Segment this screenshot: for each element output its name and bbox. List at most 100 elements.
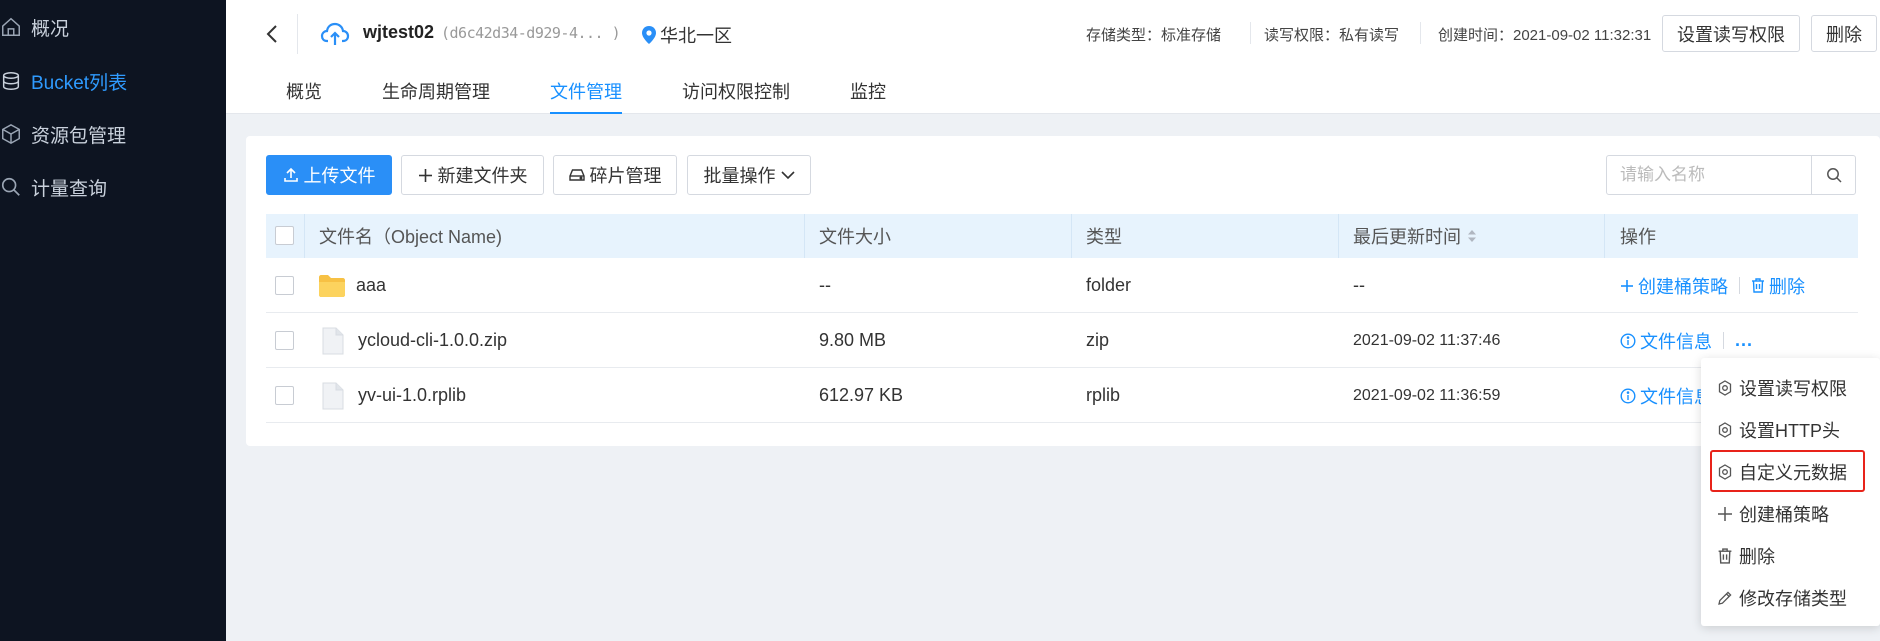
database-icon bbox=[0, 70, 31, 92]
file-icon bbox=[322, 382, 344, 409]
new-folder-label: 新建文件夹 bbox=[437, 166, 528, 186]
menu-item-label: 设置读写权限 bbox=[1739, 379, 1847, 399]
sidebar-item-label: 资源包管理 bbox=[31, 125, 127, 147]
cloud-upload-icon bbox=[319, 18, 351, 50]
table-row: yv-ui-1.0.rplib 612.97 KB rplib 2021-09-… bbox=[266, 368, 1858, 423]
tab-monitoring[interactable]: 监控 bbox=[850, 78, 886, 114]
sidebar-item-metering[interactable]: 计量查询 bbox=[0, 161, 107, 213]
search-icon bbox=[0, 176, 31, 198]
file-type: rplib bbox=[1086, 385, 1121, 405]
menu-item-set-http-header[interactable]: 设置HTTP头 bbox=[1717, 412, 1840, 448]
tab-file-management[interactable]: 文件管理 bbox=[550, 78, 622, 114]
menu-item-set-permission[interactable]: 设置读写权限 bbox=[1717, 370, 1847, 406]
batch-label: 批量操作 bbox=[703, 166, 776, 186]
search-icon bbox=[1826, 168, 1842, 183]
row-checkbox[interactable] bbox=[275, 386, 294, 405]
fragment-label: 碎片管理 bbox=[589, 166, 662, 186]
file-info-link[interactable]: 文件信息 bbox=[1620, 328, 1712, 354]
disk-icon bbox=[568, 169, 585, 181]
select-all-checkbox[interactable] bbox=[275, 226, 294, 245]
folder-icon bbox=[319, 274, 345, 297]
sidebar-item-overview[interactable]: 概况 bbox=[0, 1, 69, 53]
info-icon bbox=[1620, 387, 1636, 404]
tab-bar: 概览 生命周期管理 文件管理 访问权限控制 监控 bbox=[286, 78, 946, 114]
search-box bbox=[1606, 155, 1856, 195]
search-button[interactable] bbox=[1811, 156, 1855, 194]
row-checkbox[interactable] bbox=[275, 276, 294, 295]
column-divider bbox=[804, 214, 805, 258]
trash-icon bbox=[1718, 548, 1732, 564]
table-header: 文件名（Object Name) 文件大小 类型 最后更新时间 操作 bbox=[266, 214, 1858, 258]
menu-item-label: 自定义元数据 bbox=[1739, 463, 1847, 483]
storage-type: 存储类型：标准存储 bbox=[1086, 27, 1222, 44]
row-checkbox[interactable] bbox=[275, 331, 294, 350]
column-divider bbox=[1071, 214, 1072, 258]
tab-lifecycle[interactable]: 生命周期管理 bbox=[382, 78, 490, 114]
file-name: aaa bbox=[356, 275, 387, 295]
created-time: 创建时间：2021-09-02 11:32:31 bbox=[1438, 27, 1652, 44]
tab-access-control[interactable]: 访问权限控制 bbox=[682, 78, 790, 114]
delete-label: 删除 bbox=[1769, 276, 1805, 297]
file-icon bbox=[322, 327, 344, 354]
delete-link[interactable]: 删除 bbox=[1751, 273, 1805, 299]
menu-item-delete[interactable]: 删除 bbox=[1717, 538, 1775, 574]
file-name-cell[interactable]: yv-ui-1.0.rplib bbox=[322, 368, 466, 423]
sort-icon[interactable] bbox=[1467, 229, 1477, 243]
bucket-id: (d6c42d34-d929-4... ) bbox=[441, 24, 621, 42]
column-header-name: 文件名（Object Name) bbox=[319, 227, 503, 247]
column-divider bbox=[1604, 214, 1605, 258]
divider bbox=[1420, 22, 1421, 44]
menu-item-custom-metadata[interactable]: 自定义元数据 bbox=[1717, 454, 1847, 490]
file-name-cell[interactable]: ycloud-cli-1.0.0.zip bbox=[322, 313, 507, 368]
file-updated: -- bbox=[1353, 275, 1365, 295]
file-name-cell[interactable]: aaa bbox=[318, 258, 386, 313]
rw-permission: 读写权限：私有读写 bbox=[1264, 27, 1400, 44]
upload-label: 上传文件 bbox=[303, 166, 376, 186]
file-type: folder bbox=[1086, 275, 1132, 295]
chevron-left-icon bbox=[266, 25, 277, 43]
sidebar-item-package-management[interactable]: 资源包管理 bbox=[0, 108, 126, 160]
action-divider bbox=[1739, 277, 1740, 294]
menu-item-create-bucket-policy[interactable]: 创建桶策略 bbox=[1717, 496, 1829, 532]
file-size: 9.80 MB bbox=[819, 330, 887, 350]
create-bucket-policy-link[interactable]: 创建桶策略 bbox=[1620, 273, 1728, 299]
chevron-down-icon bbox=[780, 170, 795, 179]
set-permission-button[interactable]: 设置读写权限 bbox=[1662, 15, 1800, 52]
location-pin-icon bbox=[642, 26, 656, 44]
row-actions: 创建桶策略 删除 bbox=[1620, 258, 1805, 313]
tab-overview[interactable]: 概览 bbox=[286, 78, 322, 114]
more-actions-button[interactable]: ... bbox=[1735, 330, 1753, 351]
menu-item-label: 删除 bbox=[1739, 547, 1775, 567]
upload-file-button[interactable]: 上传文件 bbox=[266, 155, 392, 195]
batch-operation-dropdown[interactable]: 批量操作 bbox=[687, 155, 811, 195]
menu-item-label: 设置HTTP头 bbox=[1739, 421, 1840, 441]
menu-item-label: 创建桶策略 bbox=[1739, 505, 1829, 525]
file-info-link[interactable]: 文件信息 bbox=[1620, 383, 1712, 409]
divider bbox=[297, 14, 298, 54]
sidebar-item-bucket-list[interactable]: Bucket列表 bbox=[0, 55, 127, 107]
gear-icon bbox=[1718, 464, 1732, 480]
new-folder-button[interactable]: 新建文件夹 bbox=[401, 155, 544, 195]
column-divider bbox=[1338, 214, 1339, 258]
package-icon bbox=[0, 123, 31, 145]
column-header-updated[interactable]: 最后更新时间 bbox=[1353, 214, 1477, 258]
file-size: -- bbox=[819, 275, 831, 295]
gear-icon bbox=[1718, 380, 1732, 396]
delete-bucket-button[interactable]: 删除 bbox=[1811, 15, 1877, 52]
fragment-management-button[interactable]: 碎片管理 bbox=[553, 155, 677, 195]
column-header-type: 类型 bbox=[1086, 227, 1122, 247]
file-list-panel: 上传文件 新建文件夹 碎片管理 批量操作 文件名（Object Name) 文件… bbox=[246, 136, 1880, 446]
region-text: 华北一区 bbox=[660, 26, 732, 46]
file-info-label: 文件信息 bbox=[1640, 331, 1712, 352]
back-button[interactable] bbox=[256, 18, 288, 50]
menu-item-change-storage-type[interactable]: 修改存储类型 bbox=[1717, 580, 1847, 616]
table-row: aaa -- folder -- 创建桶策略 删除 bbox=[266, 258, 1858, 313]
file-type: zip bbox=[1086, 330, 1110, 350]
search-input[interactable] bbox=[1607, 156, 1811, 194]
column-divider bbox=[304, 214, 305, 258]
upload-icon bbox=[283, 167, 298, 182]
sidebar-item-label: 计量查询 bbox=[31, 178, 108, 200]
bucket-name: wjtest02 bbox=[363, 22, 435, 42]
file-updated: 2021-09-02 11:36:59 bbox=[1353, 386, 1501, 404]
file-name: yv-ui-1.0.rplib bbox=[358, 385, 467, 405]
